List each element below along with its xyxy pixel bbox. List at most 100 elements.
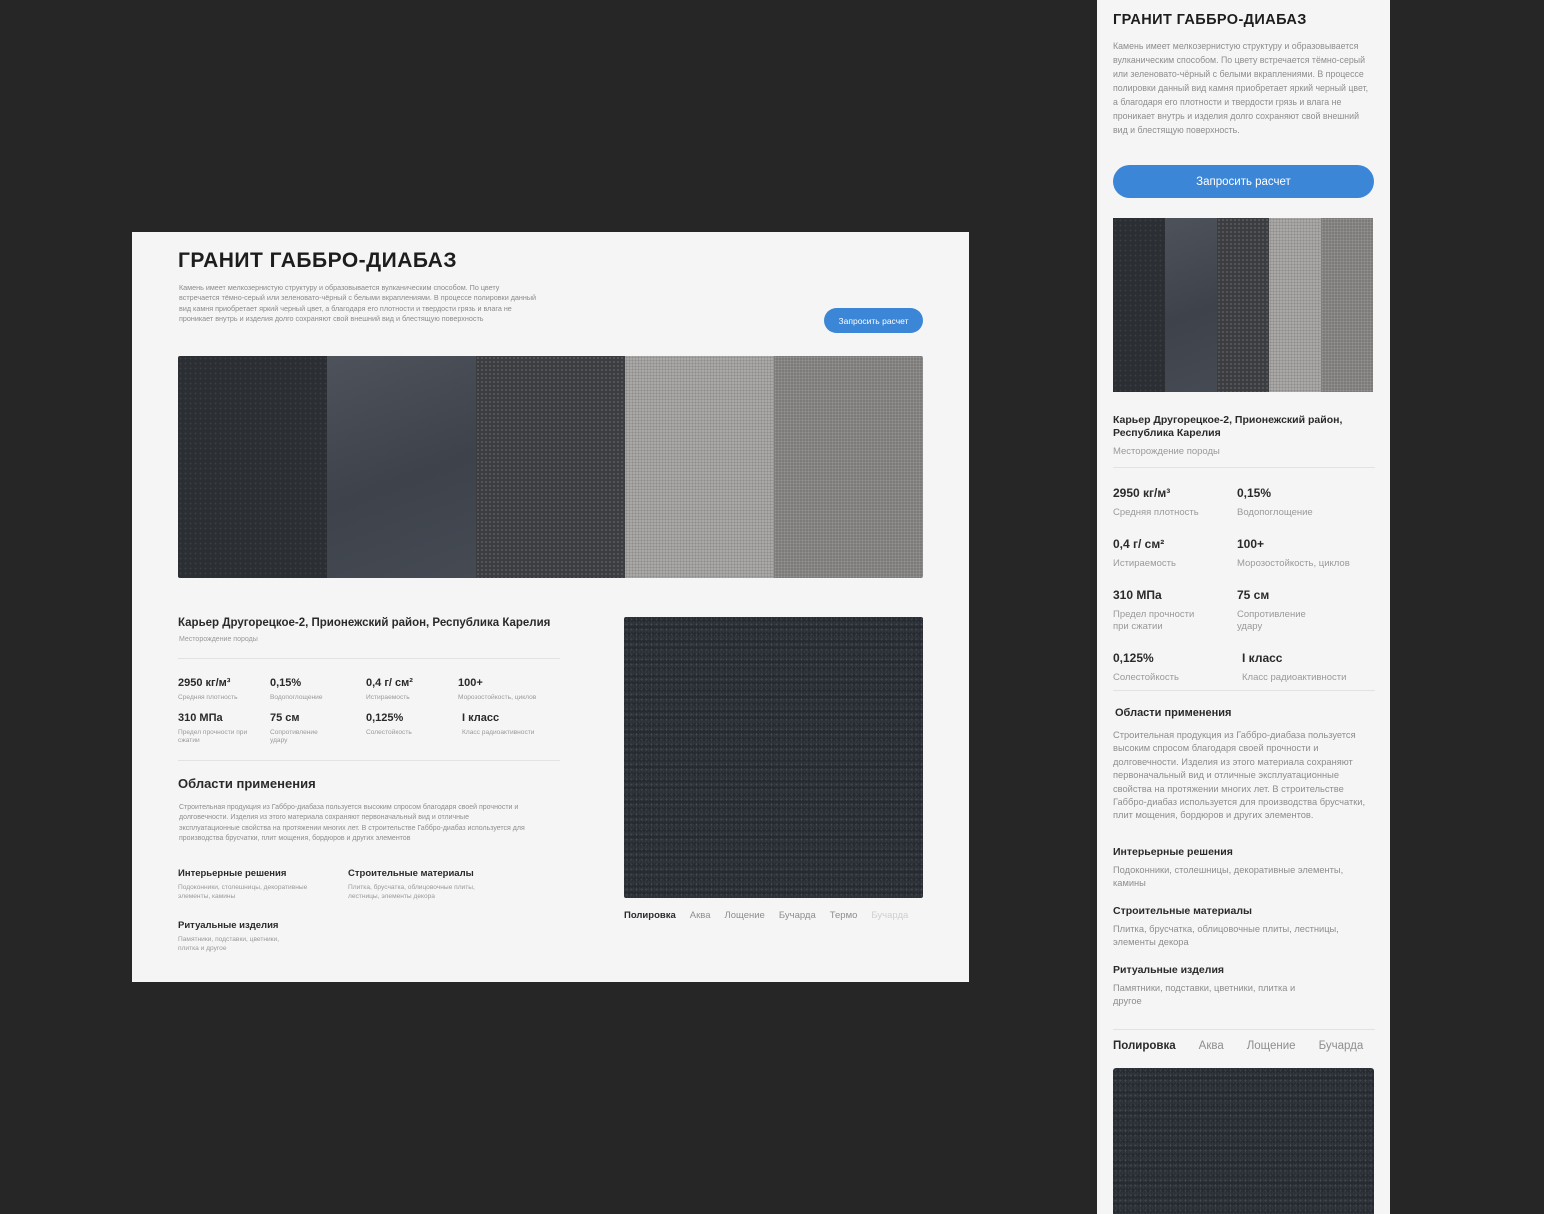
stat-value: 2950 кг/м³ (178, 677, 231, 689)
swatch-aqua[interactable] (1165, 218, 1217, 392)
stat-strength: 310 МПа Предел прочности при сжатии (178, 712, 270, 745)
stat-strength: 310 МПа Предел прочности при сжатии (1113, 588, 1237, 633)
mobile-layout: ГРАНИТ ГАББРО-ДИАБАЗ Камень имеет мелкоз… (1097, 0, 1390, 1214)
quarry-name: Карьер Другорецкое-2, Прионежский район,… (178, 617, 551, 629)
stat-value: I класс (462, 712, 500, 724)
swatch-polished[interactable] (1113, 218, 1165, 392)
stat-abrasion: 0,4 г/ см² Истираемость (366, 677, 458, 702)
stat-salt: 0,125% Солестойкость (366, 712, 458, 745)
tab-aqua[interactable]: Аква (1199, 1040, 1224, 1052)
stat-label: Предел прочности при сжатии (178, 729, 248, 744)
swatch-thermo[interactable] (774, 356, 923, 578)
category-construction: Строительные материалы Плитка, брусчатка,… (1113, 905, 1375, 950)
stat-label: Предел прочности при сжатии (1113, 609, 1195, 632)
stats-grid: 2950 кг/м³ Средняя плотность 0,15% Водопог… (1113, 486, 1375, 684)
areas-title: Области применения (1115, 707, 1232, 719)
stats-grid: 2950 кг/м³ Средняя плотность 0,15% Водопог… (178, 677, 568, 745)
stat-value: 0,4 г/ см² (366, 677, 413, 689)
stat-value: 310 МПа (1113, 588, 1162, 602)
tab-bushhammer-2[interactable]: Бучарда (871, 910, 908, 921)
tab-bushhammer[interactable]: Бучарда (779, 910, 816, 921)
stat-abrasion: 0,4 г/ см² Истираемость (1113, 537, 1237, 570)
divider (1113, 1029, 1375, 1030)
tab-honing[interactable]: Лощение (1247, 1040, 1296, 1052)
page-title: ГРАНИТ ГАББРО-ДИАБАЗ (178, 249, 457, 272)
stat-label: Солестойкость (1113, 672, 1179, 683)
category-title: Ритуальные изделия (178, 920, 279, 931)
stat-label: Истираемость (366, 694, 410, 701)
request-quote-button[interactable]: Запросить расчет (1113, 165, 1374, 198)
category-title: Строительные материалы (1113, 905, 1252, 917)
tab-polishing[interactable]: Полировка (624, 910, 676, 921)
stat-value: 0,15% (1237, 486, 1272, 500)
stat-label: Водопоглощение (270, 694, 323, 701)
page-title: ГРАНИТ ГАББРО-ДИАБАЗ (1113, 12, 1307, 28)
divider (1113, 690, 1375, 691)
stat-label: Класс радиоактивности (462, 729, 535, 736)
swatch-honed[interactable] (476, 356, 625, 578)
areas-description: Строительная продукция из Габбро-диабаза… (179, 804, 525, 843)
areas-title: Области применения (178, 776, 316, 791)
quarry-label: Месторождение породы (179, 636, 258, 643)
finish-swatches (1113, 218, 1373, 392)
request-quote-button[interactable]: Запросить расчет (824, 308, 923, 333)
stone-texture-preview (624, 617, 923, 898)
category-title: Ритуальные изделия (1113, 964, 1225, 976)
category-text: Плитка, брусчатка, облицовочные плиты, л… (348, 884, 475, 900)
divider (1113, 467, 1375, 468)
tab-thermo[interactable]: Термо (830, 910, 858, 921)
stat-frost: 100+ Морозостойкость, циклов (458, 677, 568, 702)
stat-label: Средняя плотность (178, 694, 238, 701)
swatch-bushhammered[interactable] (1269, 218, 1321, 392)
category-title: Интерьерные решения (1113, 846, 1233, 858)
stat-value: 75 см (1237, 588, 1270, 602)
category-ritual: Ритуальные изделия Памятники, подставки, … (1113, 964, 1313, 1009)
quarry-name: Карьер Другорецкое-2, Прионежский район,… (1113, 414, 1343, 439)
stat-density: 2950 кг/м³ Средняя плотность (1113, 486, 1237, 519)
stat-value: 310 МПа (178, 712, 223, 724)
swatch-honed[interactable] (1217, 218, 1269, 392)
stat-frost: 100+ Морозостойкость, циклов (1237, 537, 1375, 570)
stone-description: Камень имеет мелкозернистую структуру и … (1113, 41, 1369, 135)
stat-label: Морозостойкость, циклов (458, 694, 537, 701)
stat-value: 100+ (458, 677, 483, 689)
swatch-aqua[interactable] (327, 356, 476, 578)
stat-value: 0,125% (366, 712, 404, 724)
category-title: Интерьерные решения (178, 868, 287, 879)
swatch-thermo[interactable] (1321, 218, 1373, 392)
category-ritual: Ритуальные изделия Памятники, подставки, … (178, 920, 308, 954)
areas-description: Строительная продукция из Габбро-диабаза… (1113, 730, 1366, 821)
stat-label: Морозостойкость, циклов (1237, 558, 1350, 569)
stat-density: 2950 кг/м³ Средняя плотность (178, 677, 270, 702)
category-interior: Интерьерные решения Подоконники, столешни… (1113, 846, 1375, 891)
tab-aqua[interactable]: Аква (690, 910, 711, 921)
divider (178, 760, 560, 761)
tab-polishing[interactable]: Полировка (1113, 1040, 1176, 1052)
stat-label: Сопротивление удару (1237, 609, 1306, 632)
stat-label: Солестойкость (366, 729, 412, 736)
stat-label: Средняя плотность (1113, 507, 1199, 518)
finish-tabs: Полировка Аква Лощение Бучарда Термо Буч… (624, 910, 924, 921)
stat-radioactivity: I класс Класс радиоактивности (458, 712, 568, 745)
finish-tabs: Полировка Аква Лощение Бучарда (1113, 1040, 1375, 1052)
stat-label: Истираемость (1113, 558, 1176, 569)
stat-radioactivity: I класс Класс радиоактивности (1237, 651, 1375, 684)
swatch-polished[interactable] (178, 356, 327, 578)
stat-label: Класс радиоактивности (1242, 672, 1347, 683)
stat-label: Сопротивление удару (270, 729, 318, 744)
swatch-bushhammered[interactable] (625, 356, 774, 578)
stat-value: 0,15% (270, 677, 302, 689)
stat-label: Водопоглощение (1237, 507, 1313, 518)
divider (178, 658, 560, 659)
stat-water-absorption: 0,15% Водопоглощение (270, 677, 366, 702)
stone-texture-preview (1113, 1068, 1374, 1214)
tab-bushhammer[interactable]: Бучарда (1319, 1040, 1364, 1052)
category-interior: Интерьерные решения Подоконники, столешни… (178, 868, 308, 902)
category-text: Подоконники, столешницы, декоративные эл… (178, 884, 308, 900)
finish-swatches (178, 356, 923, 578)
category-text: Памятники, подставки, цветники, плитка и… (1113, 983, 1296, 1007)
stat-value: 2950 кг/м³ (1113, 486, 1171, 500)
stat-value: I класс (1242, 651, 1283, 665)
tab-honing[interactable]: Лощение (724, 910, 764, 921)
stat-value: 0,125% (1113, 651, 1154, 665)
